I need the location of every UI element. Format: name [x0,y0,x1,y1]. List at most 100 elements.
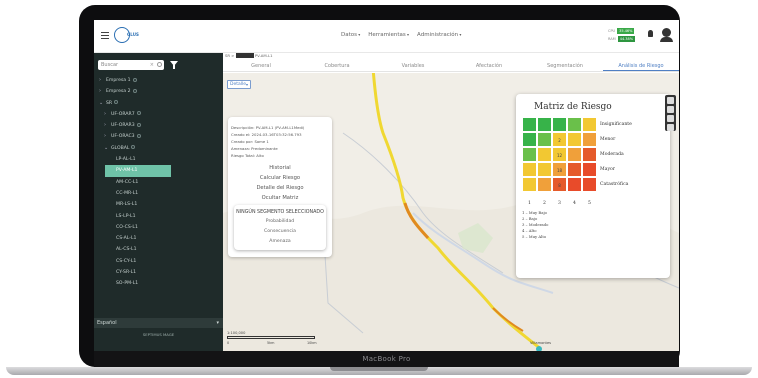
tree-item[interactable]: AM-CC-L1 [94,177,223,188]
clear-icon[interactable]: × [150,62,154,68]
tree-item[interactable]: › UF-ORAR3 [94,120,223,131]
matrix-cell[interactable] [522,177,537,192]
breadcrumb-root[interactable]: SR > [225,53,234,58]
tab-2[interactable]: Variables [375,60,451,71]
matrix-cell[interactable]: 2 [552,132,567,147]
option-consequence[interactable]: Consecuencia [234,229,326,234]
avatar[interactable] [660,28,673,42]
tree-item-label: MR-LS-L1 [116,202,138,208]
matrix-cell[interactable] [537,147,552,162]
matrix-cell[interactable] [567,132,582,147]
tree-caret-icon[interactable]: › [104,131,111,142]
tree-caret-icon[interactable]: ⌄ [99,98,106,109]
calculate-risk-button[interactable]: Calcular Riesgo [228,175,332,181]
history-button[interactable]: Historial [228,165,332,171]
tab-3[interactable]: Afectación [451,60,527,71]
tree-item-label: CO-CS-L1 [116,224,138,230]
matrix-cell[interactable] [582,132,597,147]
matrix-cell[interactable]: 12 [552,147,567,162]
sidebar: Buscar × › Empresa 1 › Empresa 2 ⌄ SR › UF-ORAR… [94,53,223,351]
scale-bar [227,336,315,339]
ram-label: RAM [608,36,616,41]
tree-item[interactable]: › Empresa 1 [94,75,223,86]
matrix-cell[interactable] [537,132,552,147]
filter-icon[interactable] [170,61,178,69]
layers-icon[interactable] [667,97,674,104]
tree-item[interactable]: › UF-ORAR7 [94,109,223,120]
matrix-cell[interactable] [582,162,597,177]
sidebar-footer: SEPTIMUS MAGE [142,332,175,337]
matrix-cell[interactable] [537,177,552,192]
tree-item[interactable]: CY-SR-L1 [94,267,223,278]
matrix-title: Matriz de Riesgo [534,102,612,112]
edit-icon[interactable] [667,106,674,113]
tree-item[interactable]: CS-AL-L1 [94,233,223,244]
measure-icon[interactable] [667,115,674,122]
option-threat[interactable]: Amenaza [234,239,326,244]
tree-caret-icon[interactable]: › [104,109,111,120]
scale-tick-2: 10km [307,341,317,345]
tree-item[interactable]: AL-CS-L1 [94,244,223,255]
tree-item-label: SO-PM-L1 [116,281,139,287]
language-select[interactable]: Español [94,318,223,328]
tree-caret-icon[interactable]: › [104,120,111,131]
tree-item[interactable]: ⌄ GLOBAL [94,143,223,154]
matrix-cell[interactable] [582,117,597,132]
matrix-cell[interactable] [522,147,537,162]
tree-item[interactable]: › Empresa 2 [94,86,223,97]
detail-dropdown[interactable]: Detalle [227,80,251,89]
matrix-cell[interactable] [567,177,582,192]
tree-caret-icon[interactable]: › [99,86,106,97]
matrix-cell[interactable] [522,132,537,147]
matrix-cell[interactable] [552,117,567,132]
option-probability[interactable]: Probabilidad [234,219,326,224]
hide-matrix-button[interactable]: Ocultar Matriz [228,195,332,201]
tab-0[interactable]: General [223,60,299,71]
matrix-cell[interactable] [582,177,597,192]
info-total-risk: Riesgo Total: Alto [231,153,264,158]
tree-item-label: CC-MR-L1 [116,190,139,196]
matrix-x-tick: 1 [528,201,531,206]
tab-4[interactable]: Segmentación [527,60,603,71]
search-icon[interactable] [157,62,162,67]
tree-item[interactable]: ⌄ SR [94,98,223,109]
tree-item[interactable]: PV-AM-L1 [105,165,171,177]
menu-icon[interactable] [101,32,109,39]
matrix-cell[interactable] [582,147,597,162]
matrix-cell[interactable]: 18 [552,162,567,177]
tree-item[interactable]: SO-PM-L1 [94,278,223,289]
tab-5[interactable]: Análisis de Riesgo [603,60,679,71]
tree-item[interactable]: CO-CS-L1 [94,222,223,233]
search-placeholder: Buscar [101,62,119,68]
tree-item[interactable]: › UF-ORAC3 [94,131,223,142]
bell-icon[interactable] [648,30,653,37]
asset-tree: › Empresa 1 › Empresa 2 ⌄ SR › UF-ORAR7 › UF-ORAR… [94,75,223,290]
tree-item-label: GLOBAL [111,145,130,151]
tree-item[interactable]: CC-MR-L1 [94,188,223,199]
search-input[interactable]: Buscar × [98,60,164,70]
ram-badge: 44.38% [617,35,636,42]
nav-administracion[interactable]: Administración [417,32,461,38]
tree-item-label: CS-CY-L1 [116,258,137,264]
matrix-cell[interactable] [567,162,582,177]
map-place-label: Villamontes [530,341,552,345]
tree-caret-icon[interactable]: › [99,75,106,86]
risk-detail-button[interactable]: Detalle del Riesgo [228,185,332,191]
matrix-cell[interactable] [522,162,537,177]
tree-item[interactable]: CS-CY-L1 [94,256,223,267]
matrix-cell[interactable] [567,117,582,132]
matrix-cell[interactable] [567,147,582,162]
tab-1[interactable]: Cobertura [299,60,375,71]
nav-datos[interactable]: Datos [341,32,360,38]
matrix-cell[interactable]: 8 [552,177,567,192]
matrix-cell[interactable] [537,162,552,177]
matrix-x-tick: 4 [573,201,576,206]
tree-item[interactable]: LP-AL-L1 [94,154,223,165]
matrix-cell[interactable] [537,117,552,132]
matrix-cell[interactable] [522,117,537,132]
tree-item[interactable]: MR-LS-L1 [94,199,223,210]
tree-caret-icon[interactable]: ⌄ [104,143,111,154]
nav-herramientas[interactable]: Herramientas [368,32,409,38]
settings-icon[interactable] [667,124,674,131]
tree-item[interactable]: LS-LP-L1 [94,211,223,222]
